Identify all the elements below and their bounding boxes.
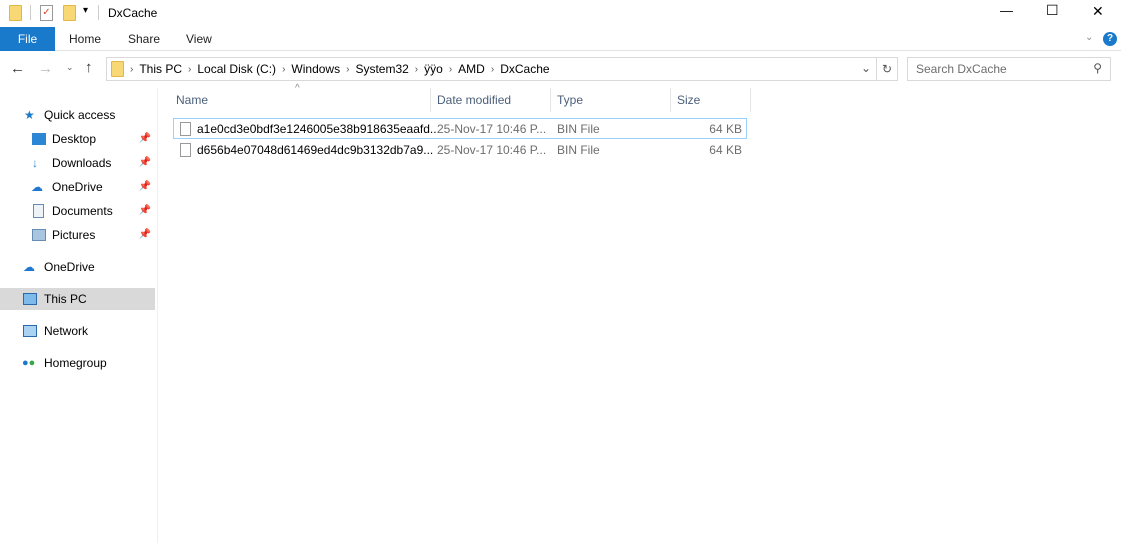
file-type: BIN File	[557, 143, 600, 157]
title-bar: ✓ ▾ DxCache — ☐ ✕	[0, 0, 1121, 26]
refresh-icon[interactable]: ↻	[876, 57, 898, 81]
minimize-button[interactable]: —	[1000, 3, 1013, 18]
download-icon: ↓	[32, 156, 38, 170]
sidebar-item-network[interactable]: Network	[0, 320, 155, 342]
file-date: 25-Nov-17 10:46 P...	[437, 122, 547, 136]
file-size: 64 KB	[709, 143, 742, 157]
desktop-icon	[32, 133, 46, 145]
sidebar-item-homegroup[interactable]: ●● Homegroup	[0, 352, 155, 374]
breadcrumb-dxcache[interactable]: DxCache	[500, 62, 549, 76]
file-row[interactable]: a1e0cd3e0bdf3e1246005e38b918635eaafd... …	[173, 118, 747, 139]
pin-icon[interactable]: 📌	[139, 152, 151, 174]
pin-icon[interactable]: 📌	[139, 200, 151, 222]
sidebar-item-onedrive-pinned[interactable]: ☁ OneDrive 📌	[0, 176, 155, 198]
up-arrow-icon[interactable]: ↑	[85, 59, 93, 76]
chevron-right-icon: ›	[282, 63, 286, 75]
chevron-right-icon: ›	[414, 63, 419, 75]
star-icon: ★	[24, 108, 35, 122]
file-type: BIN File	[557, 122, 600, 136]
folder-icon	[111, 61, 124, 77]
column-header-date-modified[interactable]: Date modified	[431, 88, 551, 112]
documents-icon	[33, 204, 44, 218]
breadcrumb-system32[interactable]: System32	[355, 62, 408, 76]
breadcrumb-this-pc[interactable]: This PC	[139, 62, 182, 76]
search-icon: ⚲	[1093, 61, 1102, 75]
file-size: 64 KB	[709, 122, 742, 136]
tab-view[interactable]: View	[186, 27, 212, 51]
back-arrow-icon[interactable]: ←	[10, 60, 25, 77]
maximize-button[interactable]: ☐	[1046, 2, 1059, 19]
pictures-icon	[32, 229, 46, 241]
folder-icon	[9, 5, 22, 21]
chevron-right-icon: ›	[346, 63, 350, 75]
file-name: d656b4e07048d61469ed4dc9b3132db7a9...	[197, 143, 434, 157]
cloud-icon: ☁	[31, 180, 43, 194]
expand-ribbon-icon[interactable]: ⌄	[1085, 32, 1093, 43]
pane-divider[interactable]	[157, 88, 158, 543]
help-icon[interactable]: ?	[1103, 32, 1117, 46]
chevron-right-icon: ›	[490, 63, 495, 75]
address-dropdown-icon[interactable]: ⌄	[861, 61, 871, 75]
pin-icon[interactable]: 📌	[139, 224, 151, 246]
sidebar-item-onedrive[interactable]: ☁ OneDrive	[0, 256, 155, 278]
navigation-pane: ★ Quick access Desktop 📌 ↓ Downloads 📌 ☁ OneD…	[0, 100, 158, 543]
column-header-name[interactable]: Name	[170, 88, 431, 112]
forward-arrow-icon[interactable]: →	[38, 60, 53, 77]
sidebar-item-pictures[interactable]: Pictures 📌	[0, 224, 155, 246]
computer-icon	[23, 293, 37, 305]
tab-share[interactable]: Share	[128, 27, 160, 51]
pin-icon[interactable]: 📌	[139, 176, 151, 198]
breadcrumb-yyo[interactable]: ÿÿo	[424, 62, 443, 76]
divider	[98, 5, 99, 20]
recent-locations-icon[interactable]: ⌄	[66, 62, 74, 73]
homegroup-icon: ●●	[22, 357, 36, 369]
sidebar-item-quick-access[interactable]: ★ Quick access	[0, 104, 155, 126]
breadcrumb-local-disk[interactable]: Local Disk (C:)	[197, 62, 276, 76]
address-bar[interactable]: › This PC › Local Disk (C:) › Windows › Syst…	[106, 57, 898, 81]
search-input[interactable]: Search DxCache ⚲	[907, 57, 1111, 81]
pin-icon[interactable]: 📌	[139, 128, 151, 150]
sidebar-item-desktop[interactable]: Desktop 📌	[0, 128, 155, 150]
properties-icon[interactable]: ✓	[40, 5, 53, 21]
breadcrumb-amd[interactable]: AMD	[458, 62, 485, 76]
chevron-right-icon: ›	[448, 63, 453, 75]
tab-file[interactable]: File	[0, 27, 55, 51]
new-folder-icon[interactable]	[63, 5, 76, 21]
divider	[30, 5, 31, 20]
file-date: 25-Nov-17 10:46 P...	[437, 143, 547, 157]
chevron-right-icon: ›	[130, 63, 134, 75]
sidebar-item-downloads[interactable]: ↓ Downloads 📌	[0, 152, 155, 174]
search-placeholder: Search DxCache	[916, 62, 1007, 76]
file-name: a1e0cd3e0bdf3e1246005e38b918635eaafd...	[197, 122, 440, 136]
column-header-size[interactable]: Size	[671, 88, 751, 112]
window-title: DxCache	[108, 6, 158, 20]
tab-home[interactable]: Home	[69, 27, 101, 51]
close-button[interactable]: ✕	[1092, 3, 1104, 20]
sidebar-item-this-pc[interactable]: This PC	[0, 288, 155, 310]
breadcrumb-windows[interactable]: Windows	[291, 62, 340, 76]
chevron-right-icon: ›	[188, 63, 192, 75]
ribbon: File Home Share View ⌄ ?	[0, 27, 1121, 51]
cloud-icon: ☁	[23, 260, 35, 274]
file-icon	[180, 122, 191, 136]
customize-dropdown-icon[interactable]: ▾	[83, 5, 88, 16]
file-icon	[180, 143, 191, 157]
sidebar-item-documents[interactable]: Documents 📌	[0, 200, 155, 222]
column-header-type[interactable]: Type	[551, 88, 671, 112]
file-row[interactable]: d656b4e07048d61469ed4dc9b3132db7a9... 25…	[173, 139, 747, 160]
network-icon	[23, 325, 37, 337]
